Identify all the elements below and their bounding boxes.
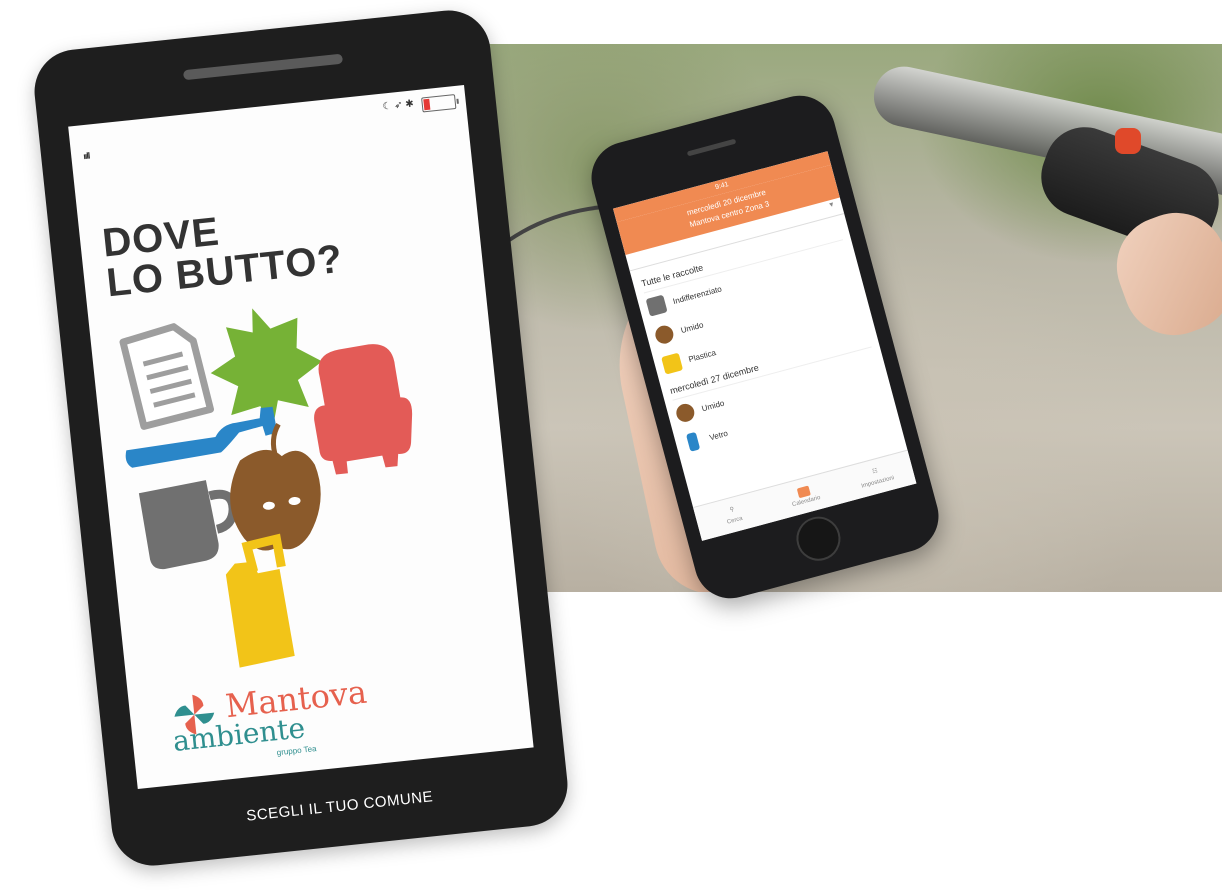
paper-icon — [119, 323, 215, 430]
apple-icon — [674, 401, 697, 424]
list-item-label: Umido — [679, 319, 705, 335]
list-item-label: Vetro — [708, 428, 729, 442]
mantova-ambiente-logo: Mantova ambiente gruppo Tea — [168, 666, 436, 783]
tab-calendar[interactable]: Calendario — [783, 482, 826, 510]
phone-speaker — [182, 53, 344, 81]
sliders-icon: ☷ — [871, 468, 879, 476]
signal-icon: ııll — [82, 150, 90, 162]
tab-label: Calendario — [791, 494, 822, 509]
apple-icon — [230, 423, 321, 551]
jerrycan-icon — [225, 533, 295, 668]
tab-label: Impostazioni — [860, 475, 895, 490]
apple-icon — [653, 323, 676, 346]
mug-icon — [138, 480, 238, 570]
status-bar: ııll ☾ ➶ ✱ — [68, 85, 468, 162]
waste-illustration — [119, 308, 413, 668]
phone-screen: ııll ☾ ➶ ✱ DOVE LO BUTTO? Mantova ambien… — [68, 85, 534, 789]
armchair-icon — [314, 344, 413, 475]
bottle-icon — [685, 431, 701, 452]
iphone-home-button[interactable] — [791, 511, 846, 566]
tab-search[interactable]: ⚲ Cerca — [712, 501, 755, 529]
status-icons: ☾ ➶ ✱ — [382, 98, 415, 113]
list-item-label: Plastica — [687, 347, 717, 364]
tab-settings[interactable]: ☷ Impostazioni — [855, 463, 898, 491]
app-title: DOVE LO BUTTO? — [100, 199, 345, 306]
calendar-icon — [796, 485, 811, 499]
list-item-label: Umido — [700, 398, 726, 413]
mug-icon — [645, 294, 668, 317]
bike-red-button — [1115, 128, 1141, 154]
tab-label: Cerca — [726, 515, 744, 526]
app-phone-mockup: ııll ☾ ➶ ✱ DOVE LO BUTTO? Mantova ambien… — [30, 6, 572, 870]
search-icon: ⚲ — [729, 506, 735, 514]
jerrycan-icon — [661, 352, 684, 375]
battery-icon — [421, 94, 457, 113]
list-item-label: Indifferenziato — [671, 283, 723, 306]
iphone-speaker — [686, 138, 737, 157]
